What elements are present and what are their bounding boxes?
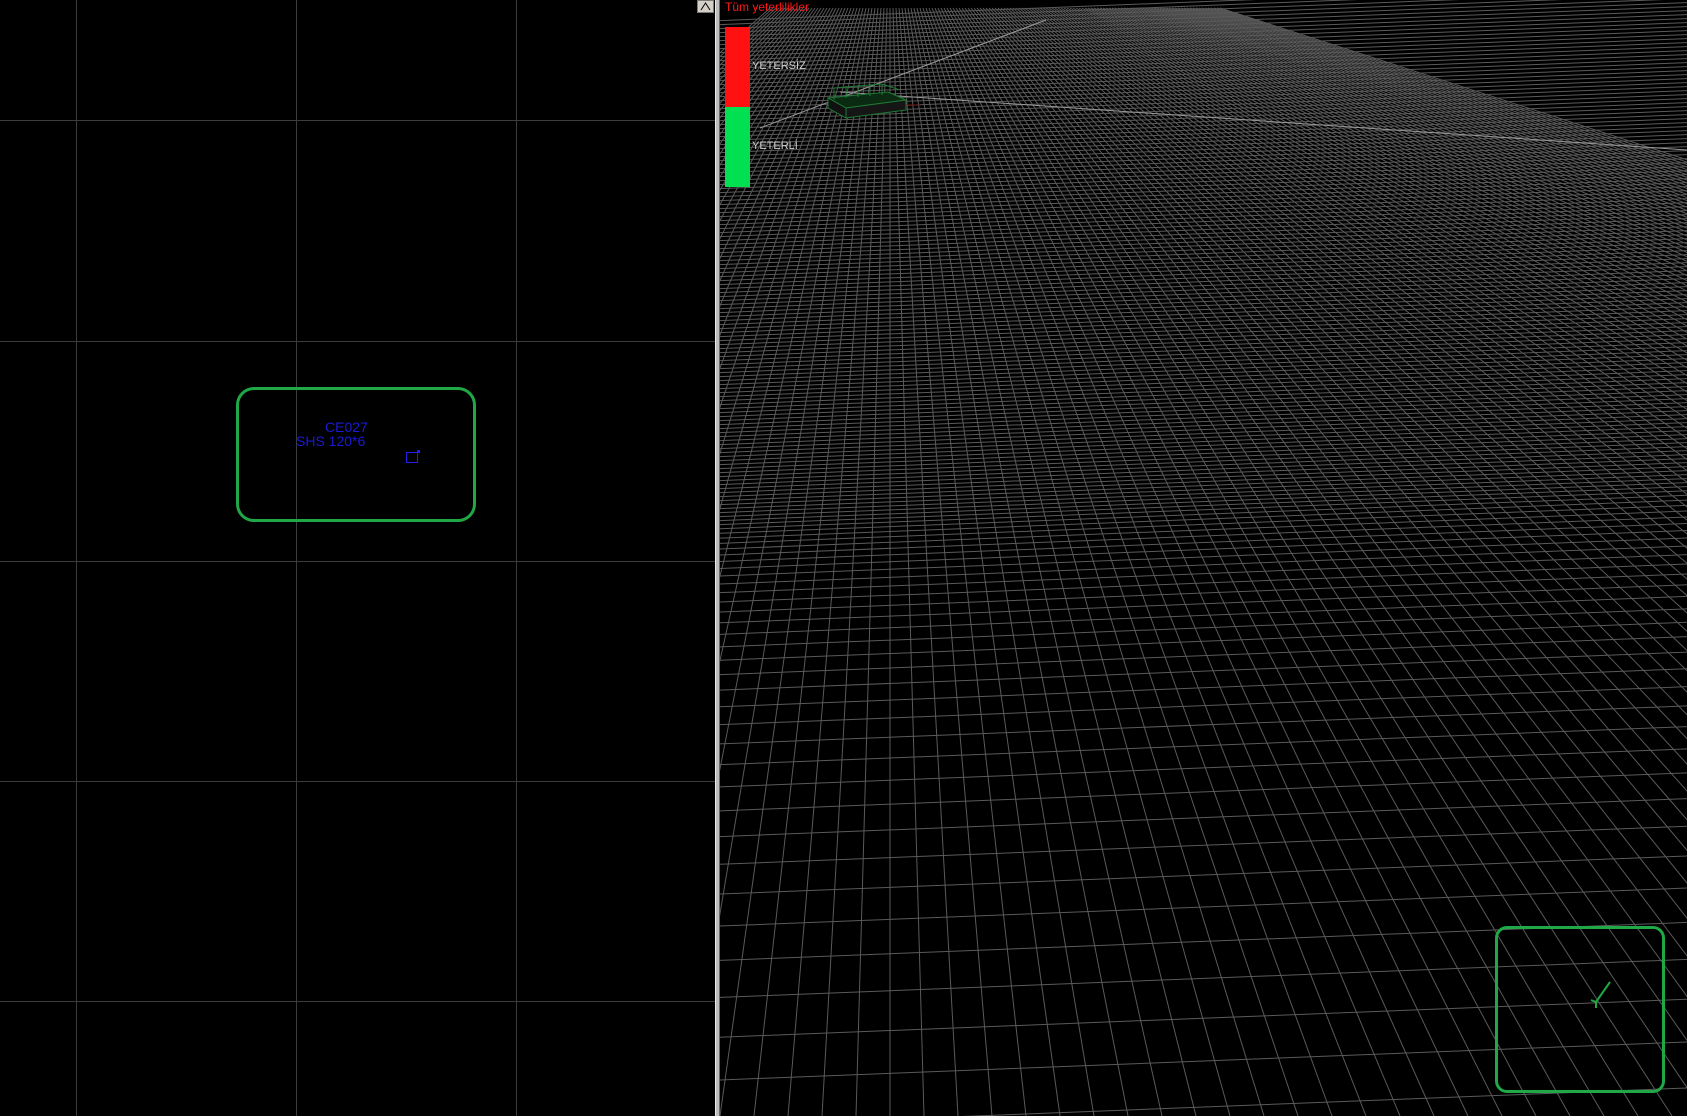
capacity-legend: Tüm yeterlilikler YETERSİZ YETERLİ (725, 0, 885, 190)
collapse-button[interactable] (697, 0, 714, 13)
legend-swatch-sufficient (725, 107, 750, 187)
plan-grid (0, 0, 715, 1116)
member-section-label[interactable]: SHS 120*6 (296, 434, 365, 448)
member-node-marker[interactable] (406, 450, 420, 463)
legend-swatch-insufficient (725, 27, 750, 107)
legend-title: Tüm yeterlilikler (725, 0, 810, 14)
member-code-label[interactable]: CE027 (325, 420, 368, 434)
viewcube-frame[interactable] (1495, 926, 1665, 1093)
axis-tripod-icon[interactable] (1588, 976, 1614, 1010)
plan-view[interactable]: CE027 SHS 120*6 (0, 0, 715, 1116)
selected-member-frame[interactable] (236, 387, 476, 522)
legend-label-sufficient: YETERLİ (752, 140, 798, 152)
legend-label-insufficient: YETERSİZ (752, 60, 806, 72)
caret-up-icon (700, 2, 711, 11)
